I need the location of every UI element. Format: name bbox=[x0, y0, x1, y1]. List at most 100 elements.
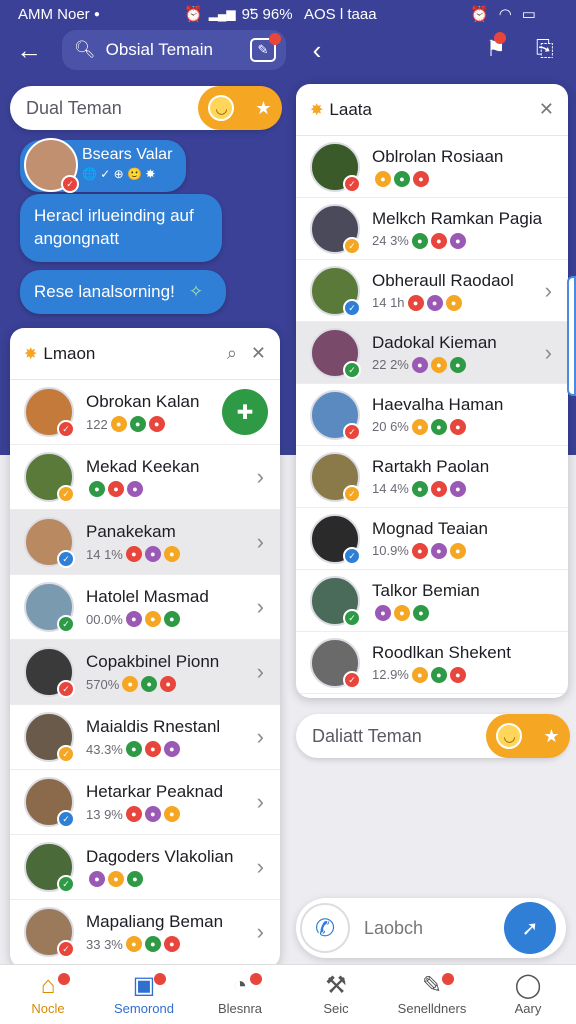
friend-row[interactable]: ✓ Mekad Keekan ● ● ● › bbox=[10, 445, 280, 510]
avatar: ✓ bbox=[310, 575, 361, 627]
stat-value: 10.9% bbox=[372, 543, 409, 558]
row-text: Hetarkar Peaknad 13 9% ● ● ● bbox=[86, 782, 257, 822]
emoji-icon: ● bbox=[411, 480, 428, 497]
friend-input[interactable]: Daliatt Teman ◡ ★ bbox=[296, 714, 570, 758]
friend-row[interactable]: ✓ Oblrolan Rosiaan ● ● ● bbox=[296, 136, 568, 198]
friend-name: Melkch Ramkan Pagia bbox=[372, 208, 543, 228]
avatar: ✓ bbox=[310, 513, 361, 565]
friend-row[interactable]: ✓ Hatolel Masmad 00.0% ● ● ● › bbox=[10, 575, 280, 640]
share-icon[interactable]: ⎘ bbox=[536, 36, 554, 62]
row-text: Copakbinel Pionn 570% ● ● ● bbox=[86, 652, 257, 692]
chevron-right-icon: › bbox=[256, 854, 264, 879]
stat-value: 122 bbox=[86, 416, 108, 432]
leaf-icon: ✧ bbox=[188, 282, 204, 301]
friend-row[interactable]: ✓ Mognad Teaian 10.9% ● ● ● bbox=[296, 508, 568, 570]
friend-stats: 13 9% ● ● ● bbox=[86, 806, 257, 822]
nav-edit[interactable]: ✎ Senelldners bbox=[384, 971, 480, 1016]
emoji-icon: ● bbox=[129, 416, 146, 432]
row-text: Mekad Keekan ● ● ● bbox=[86, 457, 257, 497]
alarm-icon: ⏰ bbox=[184, 6, 203, 23]
status-badge: ✓ bbox=[343, 422, 361, 441]
search-icon[interactable]: ⌕ bbox=[227, 343, 237, 364]
stat-value: 43.3% bbox=[86, 741, 123, 757]
avatar: ✓ bbox=[310, 389, 361, 441]
friend-row[interactable]: ✓ Copakbinel Pionn 570% ● ● ● › bbox=[10, 640, 280, 705]
emoji-icon: ● bbox=[449, 666, 466, 683]
chevron-left-icon[interactable]: ‹ bbox=[302, 35, 332, 66]
reply-text: Rese lanalsorning! bbox=[34, 282, 175, 301]
friend-stats: ● ● ● bbox=[372, 170, 568, 187]
friend-row[interactable]: ✓ Maialdis Rnestanl 43.3% ● ● ● › bbox=[10, 705, 280, 770]
chevron-right-icon: › bbox=[544, 277, 552, 303]
friend-row[interactable]: ✓ Mapaliang Beman 33 3% ● ● ● › bbox=[10, 900, 280, 965]
bottom-search-bar[interactable]: ✆ Laobch ➚ bbox=[296, 898, 566, 958]
friend-row[interactable]: ✓ Dadokal Kieman 22 2% ● ● ● › bbox=[296, 322, 568, 384]
friend-row[interactable]: ✓ Hetarkar Peaknad 13 9% ● ● ● › bbox=[10, 770, 280, 835]
friend-row[interactable]: ✓ Rartakh Paolan 14 4% ● ● ● bbox=[296, 446, 568, 508]
person-icon: ◯ bbox=[514, 972, 542, 999]
send-button[interactable]: ➚ bbox=[504, 902, 556, 954]
smiley-icon: ◡ bbox=[496, 723, 523, 749]
status-bar-left-right: ⏰ ▂▄▆ 9̃5 96% bbox=[184, 5, 293, 24]
phone-icon[interactable]: ✆ bbox=[300, 903, 350, 953]
chat-bubble-message[interactable]: Heracl irlueinding auf angongnatt bbox=[20, 194, 222, 262]
friend-row[interactable]: ✓ Obheraull Raodaol 14 1h ● ● ● › bbox=[296, 260, 568, 322]
side-scroll-tab[interactable] bbox=[567, 276, 576, 396]
friend-stats: 14 1h ● ● ● bbox=[372, 294, 545, 311]
friend-row[interactable]: ✓ Dagoders Vlakolian ● ● ● › bbox=[10, 835, 280, 900]
avatar: ✓ bbox=[24, 777, 75, 828]
back-arrow-icon[interactable]: ← bbox=[14, 35, 44, 66]
emoji-icon: ● bbox=[110, 416, 127, 432]
friend-stats: 14 4% ● ● ● bbox=[372, 480, 568, 497]
reaction-icons: 🌐 ✓ ⊕ 🙂 ✸ bbox=[82, 167, 156, 181]
friend-row[interactable]: ✓ Melkch Ramkan Pagia 24 3% ● ● ● bbox=[296, 198, 568, 260]
friend-stats: 14 1% ● ● ● bbox=[86, 546, 257, 562]
search-bar[interactable]: 🔍︎ Obsial Temain ✎ bbox=[62, 30, 286, 70]
avatar: ✓ bbox=[24, 138, 79, 193]
friend-row[interactable]: ✓ Panakekam 14 1% ● ● ● › bbox=[10, 510, 280, 575]
friend-row[interactable]: ✓ Haevalha Haman 20 6% ● ● ● bbox=[296, 384, 568, 446]
nav-profile[interactable]: ◔ Blesnra bbox=[192, 971, 288, 1016]
friend-row[interactable]: ✓ Talkor Bemian ● ● ● bbox=[296, 570, 568, 632]
chat-bubble-sender[interactable]: ✓ Bsears Valar 🌐 ✓ ⊕ 🙂 ✸ bbox=[20, 138, 186, 193]
emoji-icon: ● bbox=[125, 741, 142, 757]
emoji-icon: ● bbox=[163, 546, 180, 562]
status-badge: ✓ bbox=[343, 484, 361, 503]
add-friend-button[interactable]: ✚ bbox=[222, 389, 268, 435]
friend-row[interactable]: ✓ Obrokan Kalan 122 ● ● ● ✚ bbox=[10, 380, 280, 445]
emoji-icon: ● bbox=[108, 481, 124, 497]
friend-stats: 43.3% ● ● ● bbox=[86, 741, 257, 757]
nav-home[interactable]: ⌂ Nocle bbox=[0, 971, 96, 1016]
friend-name: Obheraull Raodaol bbox=[372, 270, 514, 290]
friend-input[interactable]: Dual Teman ◡ ★ bbox=[10, 86, 282, 130]
panel-header: ✸ Laata ✕ bbox=[296, 84, 568, 136]
emoji-icon: ● bbox=[122, 676, 139, 692]
flag-icon[interactable]: ⚑ bbox=[486, 32, 506, 62]
panel-header: ✸ Lmaon ⌕ ✕ bbox=[10, 328, 280, 380]
chat-bubble-reply[interactable]: Rese lanalsorning! ✧ bbox=[20, 270, 226, 314]
friend-name: Roodlkan Shekent bbox=[372, 642, 511, 662]
close-icon[interactable]: ✕ bbox=[539, 99, 554, 120]
emoji-icon: ● bbox=[144, 936, 161, 952]
emoji-icon: ● bbox=[163, 936, 180, 952]
sparkle-icon: ✸ bbox=[24, 345, 38, 363]
status-badge: ✓ bbox=[343, 298, 361, 317]
avatar: ✓ bbox=[310, 637, 361, 689]
avatar: ✓ bbox=[310, 451, 361, 503]
nav-tools[interactable]: ⚒ Seic bbox=[288, 971, 384, 1016]
emoji-button[interactable]: ◡ ★ bbox=[486, 714, 570, 758]
avatar: ✓ bbox=[310, 265, 361, 317]
compose-icon[interactable]: ✎ bbox=[250, 33, 281, 62]
emoji-icon: ● bbox=[127, 871, 143, 887]
close-icon[interactable]: ✕ bbox=[251, 343, 266, 364]
friend-row[interactable]: ✓ Roodlkan Shekent 12.9% ● ● ● bbox=[296, 632, 568, 694]
wifi-icon: ◠ bbox=[498, 6, 512, 23]
emoji-button[interactable]: ◡ ★ bbox=[198, 86, 282, 130]
avatar: ✓ bbox=[24, 452, 75, 503]
status-badge: ✓ bbox=[57, 940, 75, 958]
nav-person[interactable]: ◯ Aary bbox=[480, 971, 576, 1016]
avatar: ✓ bbox=[310, 203, 361, 255]
emoji-icon: ● bbox=[449, 542, 466, 559]
nav-chat[interactable]: ▣ Semorond bbox=[96, 971, 192, 1016]
avatar: ✓ bbox=[24, 647, 75, 698]
